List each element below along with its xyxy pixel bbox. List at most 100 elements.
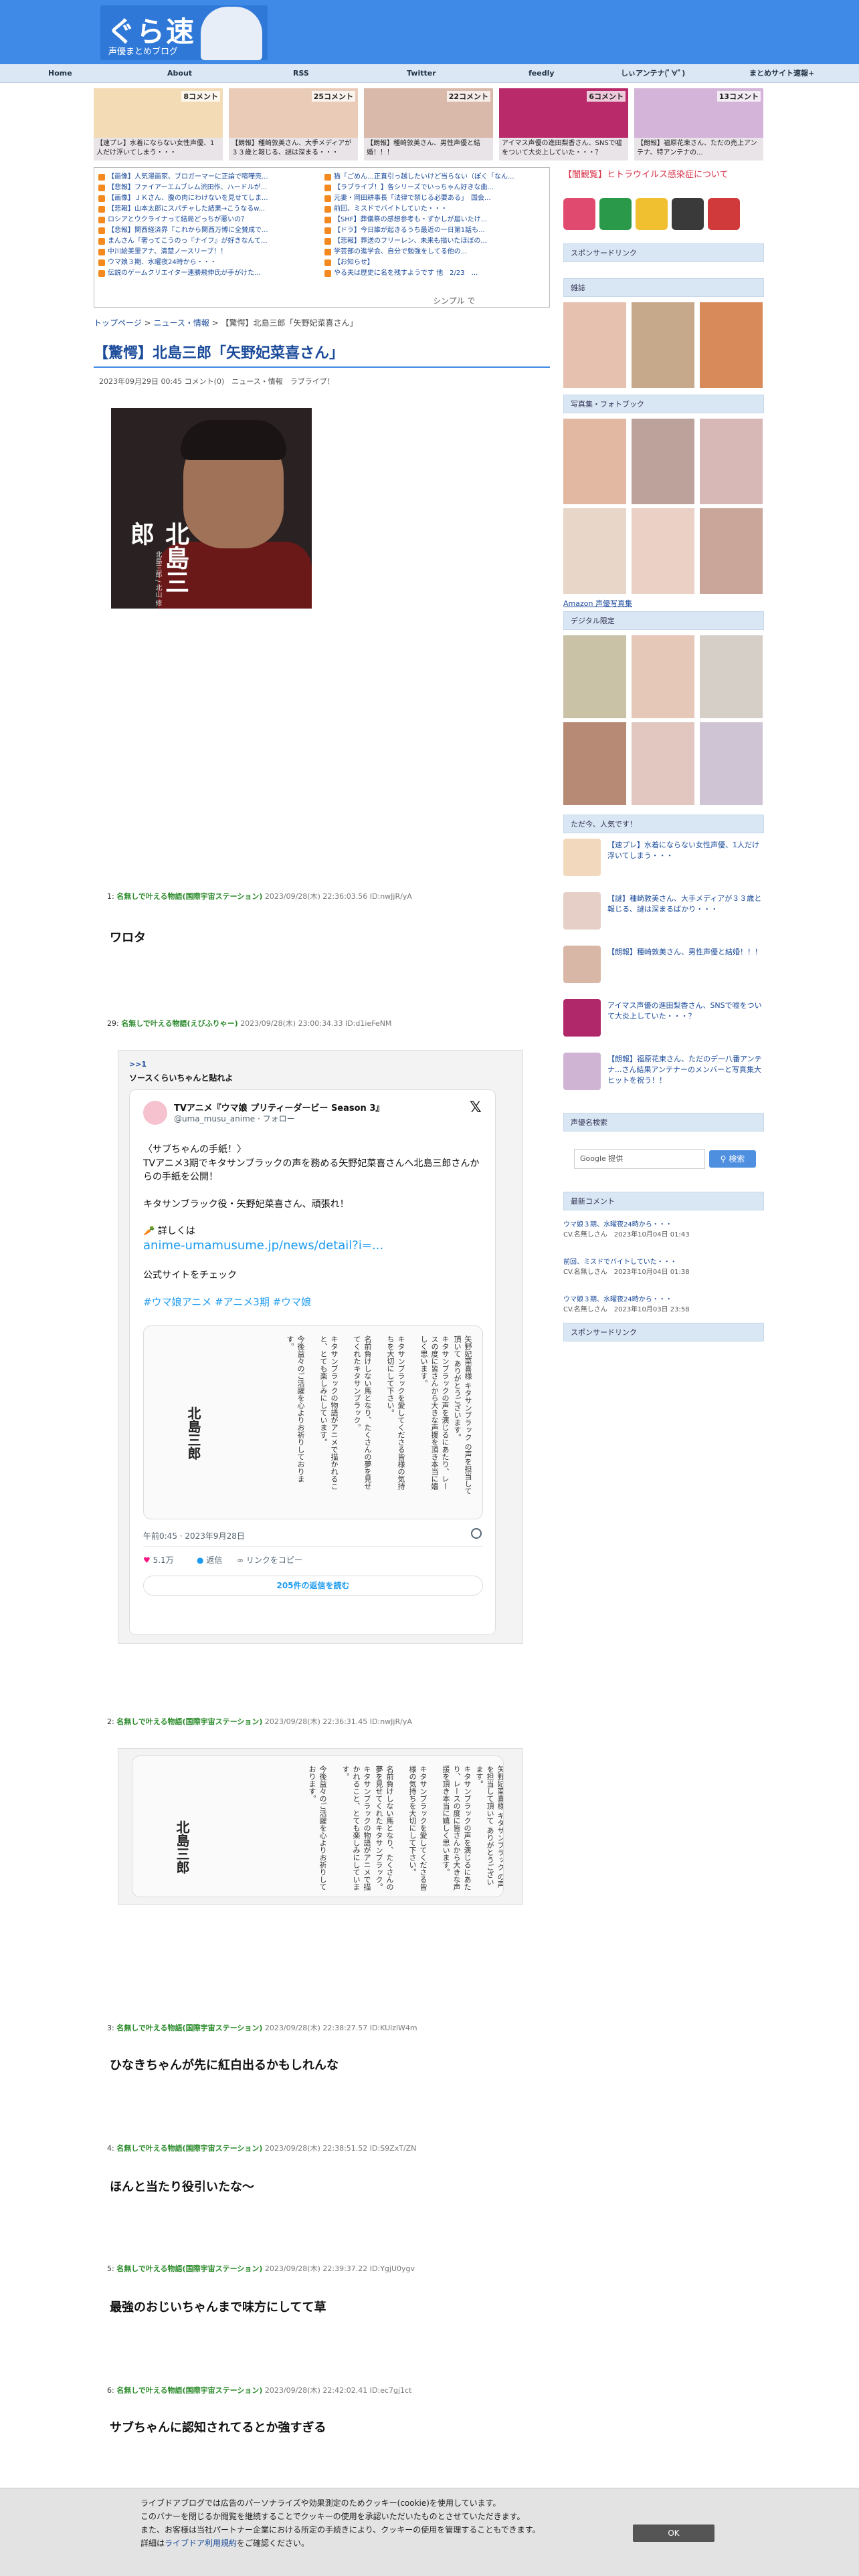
rss-item[interactable]: ロシアとウクライナって結局どっちが悪いの？ [98, 215, 323, 225]
rss-item[interactable]: 【悲報】葬送のフリーレン、未来も描いたほぼの... [324, 236, 549, 247]
recent-comment[interactable]: 前回、ミスドでバイトしていた・・・ CV.名無しさん 2023年10月04日 01… [563, 1257, 764, 1277]
x-logo-icon[interactable]: 𝕏 [470, 1099, 482, 1116]
rss-item[interactable]: 中川絵美里アナ、清楚ノースリーブ！！ [98, 247, 323, 257]
reply-author: 名無しで叶える物語(国際宇宙ステーション) [116, 892, 263, 901]
reply-author: 名無しで叶える物語(国際宇宙ステーション) [116, 2024, 263, 2032]
search-button[interactable]: ⚲ 検索 [709, 1150, 756, 1168]
recent-comment[interactable]: ウマ娘３期、水曜夜24時から・・・ CV.名無しさん 2023年10月03日 23… [563, 1295, 764, 1315]
nav-feedly[interactable]: feedly [529, 64, 555, 83]
photobook-cover[interactable] [632, 508, 694, 594]
rss-item[interactable]: 【画像】ＪＫさん、腹の肉にわけないを見せてしま... [98, 193, 323, 204]
magazine-cover[interactable] [632, 302, 694, 388]
rss-item[interactable]: 【ラブライブ！】各シリーズでいっちゃん好きな曲... [324, 183, 549, 193]
reply-anchor-link[interactable]: >>1 [129, 1060, 147, 1069]
nav-matome[interactable]: まとめサイト速報+ [749, 64, 814, 83]
rss-item[interactable]: 伝説のゲームクリエイター連勝飛伸氏が手がけた... [98, 268, 323, 279]
popular-item[interactable]: 【速プレ】水着にならない女性声優、1人だけ浮いてしまう・・・ [563, 839, 764, 879]
rss-item[interactable]: やる夫は歴史に名を残すようです 他 2/23 ... [324, 268, 549, 279]
mascot-image [201, 7, 262, 60]
nav-twitter[interactable]: Twitter [407, 64, 436, 83]
rss-item[interactable]: 【悲報】関西経済界『これから関西万博に全賛成で... [98, 225, 323, 236]
digital-cover[interactable] [700, 722, 763, 805]
banner-icon[interactable] [672, 198, 704, 230]
reply-author: 名無しで叶える物語(国際宇宙ステーション) [116, 1717, 263, 1726]
rss-item[interactable]: 元妻・岡田耕事長「法律で禁じる必要ある」 国会... [324, 193, 549, 204]
embedded-tweet[interactable]: TVアニメ『ウマ娘 プリティーダービー Season 3』 @uma_musu_… [129, 1089, 496, 1635]
photobook-cover[interactable] [632, 419, 694, 504]
search-input[interactable]: Google 提供 [574, 1149, 705, 1169]
info-icon[interactable] [471, 1528, 482, 1539]
photobook-cover[interactable] [700, 508, 763, 594]
digital-cover[interactable] [632, 722, 694, 805]
popular-item[interactable]: アイマス声優の進田梨香さん、SNSで嘘をついて大炎上していた・・・？ [563, 999, 764, 1039]
letter-image[interactable]: 矢野妃菜喜様 キタサンブラック の声を担当して頂いて ありがとうございます。 キ… [143, 1325, 483, 1519]
rss-item[interactable]: まんさん「奢ってこうのっ『ナイフ』が好きなんて... [98, 236, 323, 247]
breadcrumb-category[interactable]: ニュース・情報 [153, 318, 209, 328]
rss-item[interactable]: 【悲報】山本太郎にスパチャした結果→こうなるw... [98, 204, 323, 215]
rss-icon [98, 174, 105, 181]
magazine-cover[interactable] [700, 302, 763, 388]
featured-thumb[interactable]: 6コメント アイマス声優の進田梨香さん、SNSで嘘をついて大炎上していた・・・？ [499, 88, 628, 160]
banner-icon[interactable] [599, 198, 632, 230]
reply-header: 6: 名無しで叶える物語(国際宇宙ステーション) 2023/09/28(木) 2… [107, 2386, 412, 2395]
like-button[interactable]: ♥ 5.1万 [143, 1554, 174, 1566]
popular-item[interactable]: 【朗報】種崎敦美さん、男性声優と結婚！！！ [563, 946, 764, 986]
article-title[interactable]: 【驚愕】北島三郎「矢野妃菜喜さん」 [94, 341, 344, 362]
breadcrumb-home[interactable]: トップページ [94, 318, 142, 328]
banner-icon[interactable] [636, 198, 668, 230]
banner-icon[interactable] [563, 198, 595, 230]
copy-link-button[interactable]: ∞ リンクをコピー [237, 1554, 302, 1566]
rss-item[interactable]: 【ドラ】今日誰が起きるうち最近の一日第1話も... [324, 225, 549, 236]
nav-antenna[interactable]: しぃアンテナ(ﾟ∀ﾟ) [621, 64, 685, 83]
digital-cover[interactable] [632, 635, 694, 718]
featured-thumb[interactable]: 8コメント 【速プレ】水着にならない女性声優、1人だけ浮いてしまう・・・ [94, 88, 223, 160]
nav-home[interactable]: Home [48, 64, 72, 83]
nav-about[interactable]: About [167, 64, 192, 83]
rss-item[interactable]: 【悲報】ファイアーエムブレム渋田作、ハードルが... [98, 183, 323, 193]
rss-item[interactable]: 【SHF】葬儀祭の感想参考も・ずかしが届いたけ... [324, 215, 549, 225]
magazine-grid [563, 302, 764, 389]
tweet-timestamp[interactable]: 午前0:45 · 2023年9月28日 [143, 1530, 245, 1541]
thumb-title: 【朗報】種崎敦美さん、男性声優と結婚！！！ [367, 140, 480, 156]
rss-icon [324, 185, 331, 191]
rss-item[interactable]: 猫「ごめん…正直引っ越したいけど当らない（ぽく「なん... [324, 172, 549, 183]
photobook-cover[interactable] [700, 419, 763, 504]
tweet-handle[interactable]: @uma_musu_anime · フォロー [174, 1113, 295, 1124]
reply-button[interactable]: ● 返信 [197, 1554, 222, 1566]
digital-cover[interactable] [563, 635, 626, 718]
popular-item[interactable]: 【朗報】福原花束さん、ただのデ一八番アンテナ...さん結果アンテナーのメンバーと… [563, 1053, 764, 1093]
comment-count: 22コメント [446, 91, 490, 102]
rss-item[interactable]: 【お知らせ】 [324, 257, 549, 268]
popular-item[interactable]: 【謎】種崎敦美さん、大手メディアが３３歳と報じる、謎は深まるばかり・・・ [563, 892, 764, 932]
magazine-cover[interactable] [563, 302, 626, 388]
featured-thumb[interactable]: 13コメント 【朗報】福原花束さん、ただの売上アンテナ、特アンテナの... [634, 88, 763, 160]
tweet-link[interactable]: anime-umamusume.jp/news/detail?i=... [143, 1239, 383, 1253]
digital-grid [563, 635, 764, 807]
digital-cover[interactable] [563, 722, 626, 805]
photobook-cover[interactable] [563, 419, 626, 504]
nav-rss[interactable]: RSS [293, 64, 309, 83]
read-replies-button[interactable]: 205件の返信を読む [143, 1576, 483, 1596]
site-logo[interactable]: ぐら速 声優まとめブログ [100, 5, 268, 60]
cookie-ok-button[interactable]: OK [633, 2525, 714, 2542]
featured-thumb[interactable]: 22コメント 【朗報】種崎敦美さん、男性声優と結婚！！！ [364, 88, 493, 160]
terms-link[interactable]: ライブドア利用規約 [165, 2539, 237, 2548]
rss-item[interactable]: 【画像】人気漫画家、ブロガーマーに正論で喧嘩売... [98, 172, 323, 183]
reply-header: 3: 名無しで叶える物語(国際宇宙ステーション) 2023/09/28(木) 2… [107, 2024, 417, 2032]
rss-icon [98, 238, 105, 245]
rss-item[interactable]: 学芸部の進学会、自分で勉強をしてる他の... [324, 247, 549, 257]
tweet-author-name[interactable]: TVアニメ『ウマ娘 プリティーダービー Season 3』 [174, 1101, 384, 1113]
tweet-hashtags[interactable]: #ウマ娘アニメ #アニメ3期 #ウマ娘 [143, 1295, 311, 1309]
photobook-cover[interactable] [563, 508, 626, 594]
comment-count: 25コメント [311, 91, 355, 102]
amazon-link[interactable]: Amazon 声優写真集 [563, 598, 632, 609]
banner-icon[interactable] [708, 198, 740, 230]
sidebar-notice[interactable]: 【闇観覧】ヒトラウイルス感染症について [563, 167, 729, 180]
rss-item[interactable]: 前回、ミスドでバイトしていた・・・ [324, 204, 549, 215]
featured-thumb[interactable]: 25コメント 【朗報】種崎敦美さん、大手メディアが３３歳と報じる、謎は深まる・・… [229, 88, 358, 160]
tweet-avatar[interactable] [143, 1101, 167, 1125]
rss-item[interactable]: ウマ娘３期、水曜夜24時から・・・ [98, 257, 323, 268]
letter-image[interactable]: 矢野妃菜喜様 キタサンブラック の声を担当して頂いて ありがとうございます。 キ… [132, 1755, 504, 1897]
digital-cover[interactable] [700, 635, 763, 718]
recent-comment[interactable]: ウマ娘３期、水曜夜24時から・・・ CV.名無しさん 2023年10月04日 01… [563, 1220, 764, 1240]
